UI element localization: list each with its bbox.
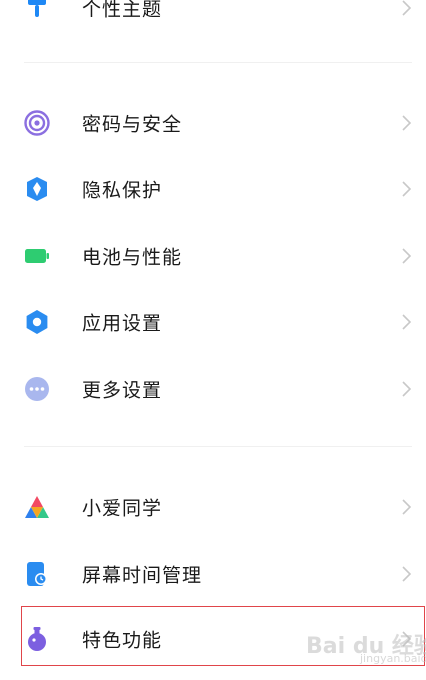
- chevron-right-icon: [402, 566, 412, 582]
- settings-item-screen-time[interactable]: 屏幕时间管理: [0, 546, 426, 602]
- privacy-shield-icon: [24, 176, 50, 202]
- settings-item-more-settings[interactable]: 更多设置: [0, 361, 426, 417]
- settings-item-label: 隐私保护: [82, 179, 163, 202]
- settings-item-label: 屏幕时间管理: [82, 564, 203, 587]
- settings-item-app-settings[interactable]: 应用设置: [0, 294, 426, 350]
- chevron-right-icon: [402, 248, 412, 264]
- settings-item-label: 密码与安全: [82, 113, 183, 136]
- settings-item-theme[interactable]: 个性主题: [0, 0, 426, 36]
- settings-screen: 个性主题 密码与安全 隐私保护 电池与性能 应用设置 更多设置 小爱同学 屏幕时…: [0, 0, 426, 680]
- chevron-right-icon: [402, 314, 412, 330]
- chevron-right-icon: [402, 381, 412, 397]
- theme-icon: [24, 0, 50, 21]
- settings-item-battery[interactable]: 电池与性能: [0, 228, 426, 284]
- battery-icon: [24, 243, 50, 269]
- more-dots-icon: [24, 376, 50, 402]
- chevron-right-icon: [402, 499, 412, 515]
- settings-item-label: 电池与性能: [82, 246, 183, 269]
- chevron-right-icon: [402, 115, 412, 131]
- flask-icon: [24, 626, 50, 652]
- settings-item-label: 更多设置: [82, 379, 163, 402]
- settings-item-label: 特色功能: [82, 629, 163, 652]
- watermark-url: jingyan.baidu.com: [360, 652, 426, 665]
- settings-item-privacy[interactable]: 隐私保护: [0, 161, 426, 217]
- section-divider: [24, 446, 412, 447]
- xiaoai-icon: [24, 494, 50, 520]
- settings-item-password-security[interactable]: 密码与安全: [0, 95, 426, 151]
- settings-item-label: 个性主题: [82, 0, 163, 21]
- settings-item-label: 应用设置: [82, 312, 163, 335]
- gear-icon: [24, 309, 50, 335]
- screen-time-icon: [24, 561, 50, 587]
- chevron-right-icon: [402, 181, 412, 197]
- chevron-right-icon: [402, 0, 412, 16]
- settings-item-label: 小爱同学: [82, 497, 163, 520]
- section-divider: [24, 62, 412, 63]
- fingerprint-icon: [24, 110, 50, 136]
- settings-item-xiaoai[interactable]: 小爱同学: [0, 479, 426, 535]
